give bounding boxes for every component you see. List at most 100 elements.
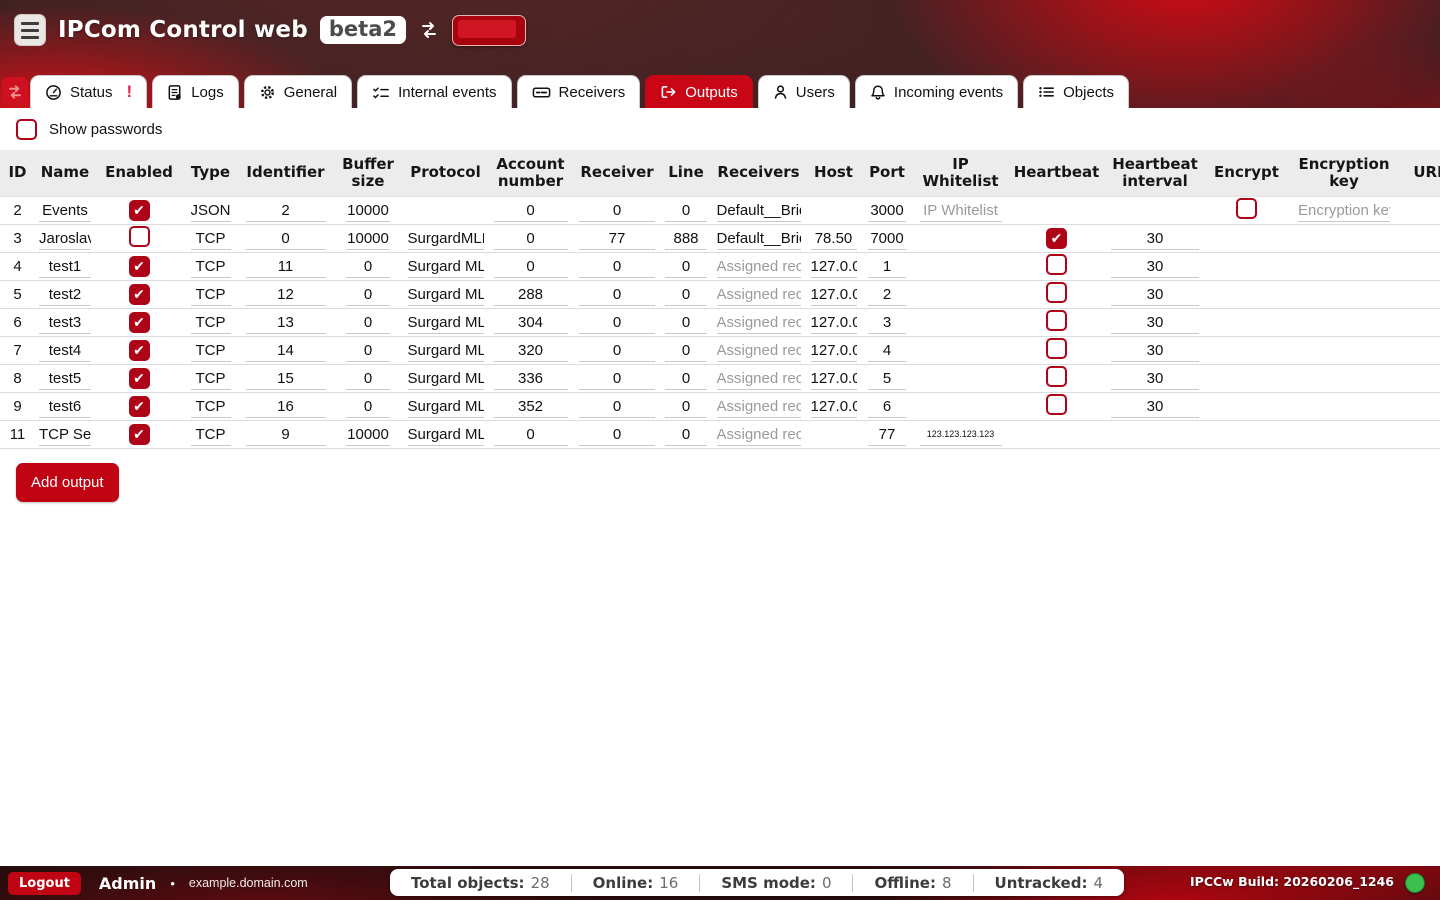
account-number-input[interactable]: [494, 340, 568, 362]
buffer-size-input[interactable]: [346, 256, 390, 278]
tab-outputs[interactable]: Outputs: [645, 75, 753, 108]
name-input[interactable]: [39, 284, 91, 306]
receivers-input[interactable]: [717, 256, 801, 278]
heartbeat-checkbox[interactable]: [1046, 394, 1067, 415]
port-input[interactable]: [868, 228, 906, 250]
receiver-input[interactable]: [579, 312, 655, 334]
identifier-input[interactable]: [246, 396, 326, 418]
receivers-input[interactable]: [717, 200, 801, 222]
enabled-checkbox[interactable]: [129, 340, 150, 361]
buffer-size-input[interactable]: [346, 228, 390, 250]
port-input[interactable]: [868, 284, 906, 306]
line-input[interactable]: [665, 200, 707, 222]
host-input[interactable]: [811, 368, 857, 390]
name-input[interactable]: [39, 424, 91, 446]
account-number-input[interactable]: [494, 256, 568, 278]
name-input[interactable]: [39, 228, 91, 250]
enabled-checkbox[interactable]: [129, 256, 150, 277]
protocol-input[interactable]: [408, 256, 484, 278]
buffer-size-input[interactable]: [346, 340, 390, 362]
tab-status[interactable]: Status!: [30, 75, 147, 108]
line-input[interactable]: [665, 312, 707, 334]
heartbeat-interval-input[interactable]: [1111, 228, 1199, 250]
receiver-input[interactable]: [579, 368, 655, 390]
identifier-input[interactable]: [246, 312, 326, 334]
type-input[interactable]: [191, 284, 231, 306]
host-input[interactable]: [811, 396, 857, 418]
name-input[interactable]: [39, 256, 91, 278]
account-number-input[interactable]: [494, 312, 568, 334]
line-input[interactable]: [665, 396, 707, 418]
buffer-size-input[interactable]: [346, 424, 390, 446]
receiver-input[interactable]: [579, 396, 655, 418]
receiver-input[interactable]: [579, 256, 655, 278]
receiver-input[interactable]: [579, 424, 655, 446]
receivers-input[interactable]: [717, 368, 801, 390]
buffer-size-input[interactable]: [346, 312, 390, 334]
add-output-button[interactable]: Add output: [16, 463, 119, 502]
receivers-input[interactable]: [717, 396, 801, 418]
type-input[interactable]: [191, 256, 231, 278]
protocol-input[interactable]: [408, 340, 484, 362]
identifier-input[interactable]: [246, 340, 326, 362]
buffer-size-input[interactable]: [346, 200, 390, 222]
type-input[interactable]: [191, 368, 231, 390]
port-input[interactable]: [868, 424, 906, 446]
enabled-checkbox[interactable]: [129, 226, 150, 247]
enabled-checkbox[interactable]: [129, 368, 150, 389]
name-input[interactable]: [39, 396, 91, 418]
heartbeat-interval-input[interactable]: [1111, 368, 1199, 390]
protocol-input[interactable]: [408, 312, 484, 334]
receiver-input[interactable]: [579, 200, 655, 222]
enabled-checkbox[interactable]: [129, 284, 150, 305]
heartbeat-interval-input[interactable]: [1111, 312, 1199, 334]
identifier-input[interactable]: [246, 424, 326, 446]
account-number-input[interactable]: [494, 396, 568, 418]
identifier-input[interactable]: [246, 200, 326, 222]
enabled-checkbox[interactable]: [129, 424, 150, 445]
name-input[interactable]: [39, 368, 91, 390]
heartbeat-interval-input[interactable]: [1111, 396, 1199, 418]
buffer-size-input[interactable]: [346, 284, 390, 306]
account-number-input[interactable]: [494, 424, 568, 446]
host-input[interactable]: [811, 284, 857, 306]
account-number-input[interactable]: [494, 284, 568, 306]
tab-internal-events[interactable]: Internal events: [357, 75, 511, 108]
receivers-input[interactable]: [717, 228, 801, 250]
header-action-button[interactable]: [452, 15, 526, 46]
heartbeat-interval-input[interactable]: [1111, 284, 1199, 306]
swap-arrows-icon[interactable]: [418, 19, 440, 41]
protocol-input[interactable]: [408, 284, 484, 306]
show-passwords-checkbox[interactable]: [16, 119, 37, 140]
buffer-size-input[interactable]: [346, 396, 390, 418]
line-input[interactable]: [665, 424, 707, 446]
port-input[interactable]: [868, 312, 906, 334]
type-input[interactable]: [191, 396, 231, 418]
identifier-input[interactable]: [246, 368, 326, 390]
receivers-input[interactable]: [717, 312, 801, 334]
line-input[interactable]: [665, 228, 707, 250]
name-input[interactable]: [39, 200, 91, 222]
hamburger-menu-button[interactable]: [14, 14, 46, 46]
host-input[interactable]: [811, 340, 857, 362]
logout-button[interactable]: Logout: [8, 872, 81, 895]
tab-general[interactable]: General: [244, 75, 352, 108]
line-input[interactable]: [665, 340, 707, 362]
type-input[interactable]: [191, 340, 231, 362]
port-input[interactable]: [868, 200, 906, 222]
type-input[interactable]: [191, 312, 231, 334]
tab-objects[interactable]: Objects: [1023, 75, 1129, 108]
name-input[interactable]: [39, 340, 91, 362]
line-input[interactable]: [665, 284, 707, 306]
heartbeat-checkbox[interactable]: [1046, 366, 1067, 387]
enabled-checkbox[interactable]: [129, 396, 150, 417]
encryption-key-input[interactable]: [1298, 200, 1390, 222]
protocol-input[interactable]: [408, 228, 484, 250]
name-input[interactable]: [39, 312, 91, 334]
enabled-checkbox[interactable]: [129, 312, 150, 333]
tab-incoming-events[interactable]: Incoming events: [855, 75, 1018, 108]
identifier-input[interactable]: [246, 256, 326, 278]
host-input[interactable]: [811, 228, 857, 250]
port-input[interactable]: [868, 396, 906, 418]
account-number-input[interactable]: [494, 200, 568, 222]
